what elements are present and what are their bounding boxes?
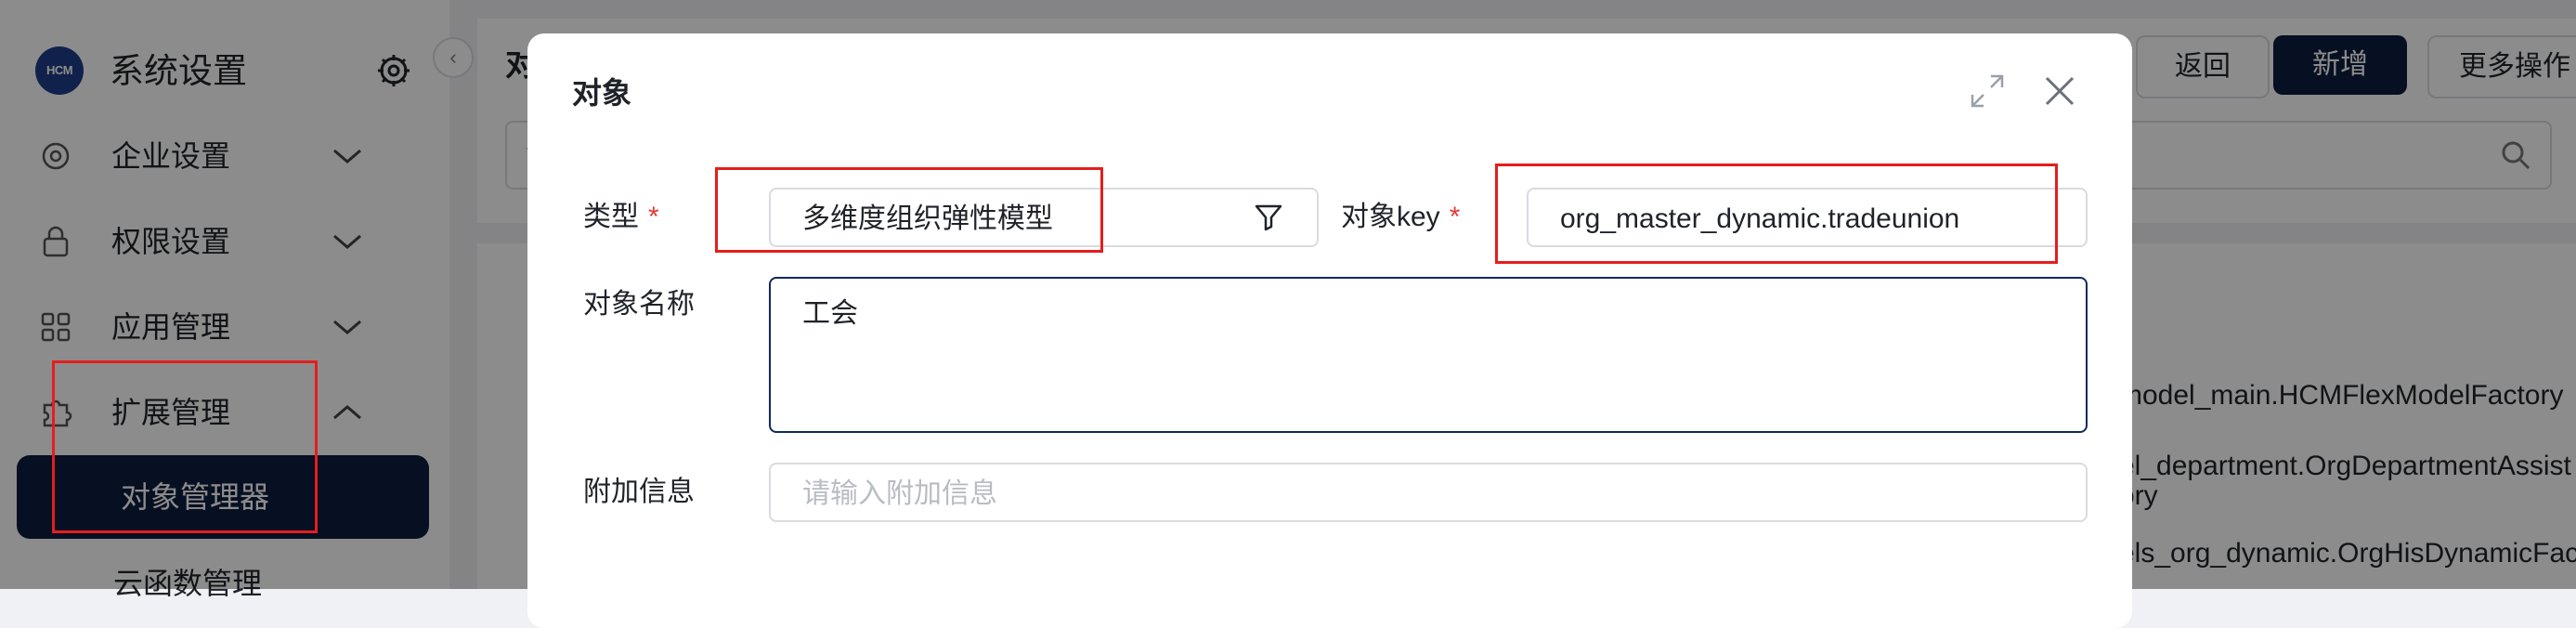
dialog-title: 对象	[572, 76, 632, 110]
name-label: 对象名称	[583, 289, 695, 320]
close-icon[interactable]	[2039, 71, 2080, 111]
highlight-box	[52, 360, 318, 533]
extra-label: 附加信息	[583, 477, 695, 507]
extra-placeholder: 请输入附加信息	[802, 478, 997, 509]
name-value: 工会	[802, 298, 858, 329]
extra-input[interactable]: 请输入附加信息	[769, 463, 2088, 522]
filter-icon[interactable]	[1252, 201, 1285, 234]
type-label: 类型 *	[583, 202, 659, 232]
highlight-box	[715, 167, 1103, 253]
name-textarea[interactable]: 工会	[769, 277, 2088, 433]
required-mark: *	[1449, 202, 1461, 232]
key-label: 对象key *	[1341, 202, 1461, 232]
highlight-box	[1495, 164, 2058, 264]
required-mark: *	[648, 202, 659, 232]
object-dialog: 对象 类型 * 多维度组织弹性模型 对象key * org_master_dynam…	[527, 33, 2132, 628]
expand-icon[interactable]	[1967, 71, 2008, 111]
